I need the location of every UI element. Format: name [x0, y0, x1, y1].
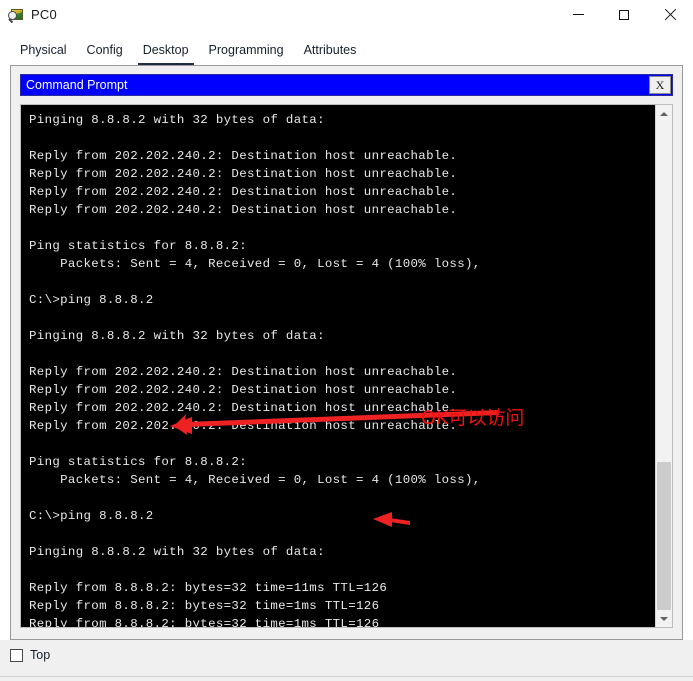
window-bottom-bar: Top — [0, 640, 693, 681]
top-checkbox[interactable] — [10, 648, 23, 662]
annotation-note-text: OK可以访问 — [421, 407, 525, 429]
top-checkbox-label: Top — [30, 648, 51, 662]
pc0-device-window: PC0 Physical Config Desktop Programming … — [0, 0, 693, 681]
annotation-arrows — [170, 410, 499, 527]
top-checkbox-row[interactable]: Top — [10, 648, 50, 662]
bottom-divider — [0, 676, 693, 677]
short-arrow-to-reply-lines — [373, 512, 410, 527]
